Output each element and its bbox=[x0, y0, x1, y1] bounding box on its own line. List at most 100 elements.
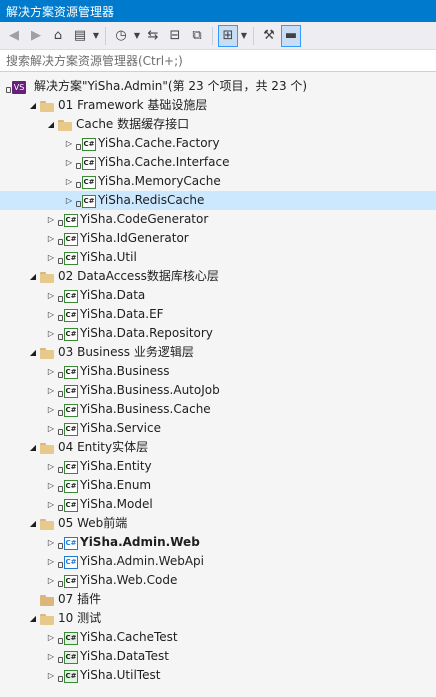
collapsed-arrow-icon[interactable]: ▷ bbox=[46, 552, 56, 571]
tree-project-item[interactable]: ▷ C# YiSha.IdGenerator bbox=[0, 229, 436, 248]
tree-folder-item[interactable]: ◢ 04 Entity实体层 bbox=[0, 438, 436, 457]
window-title: 解决方案资源管理器 bbox=[0, 0, 436, 22]
tree-project-item[interactable]: ▷ C# YiSha.Admin.Web bbox=[0, 533, 436, 552]
tree-folder-item[interactable]: ◢ Cache 数据缓存接口 bbox=[0, 115, 436, 134]
tree-project-item[interactable]: ▷ C# YiSha.Data.EF bbox=[0, 305, 436, 324]
tree-item-label: 07 插件 bbox=[58, 592, 102, 606]
tree-item-label: YiSha.RedisCache bbox=[98, 193, 205, 207]
tree-project-item[interactable]: ▷ C# YiSha.Business.AutoJob bbox=[0, 381, 436, 400]
collapsed-arrow-icon[interactable]: ▷ bbox=[46, 666, 56, 685]
tree-item-label: YiSha.Util bbox=[80, 250, 137, 264]
expanded-arrow-icon[interactable]: ◢ bbox=[28, 609, 38, 628]
csharp-project-icon: C# bbox=[58, 212, 78, 228]
tree-project-item[interactable]: ▷ C# YiSha.Business.Cache bbox=[0, 400, 436, 419]
tree-project-item[interactable]: ▷ C# YiSha.CacheTest bbox=[0, 628, 436, 647]
tree-item-label: Cache 数据缓存接口 bbox=[76, 117, 190, 131]
collapsed-arrow-icon[interactable]: ▷ bbox=[64, 153, 74, 172]
tree-item-label: YiSha.Web.Code bbox=[80, 573, 178, 587]
tree-project-item[interactable]: ▷ C# YiSha.Cache.Interface bbox=[0, 153, 436, 172]
collapsed-arrow-icon[interactable]: ▷ bbox=[64, 172, 74, 191]
tree-solution-item[interactable]: VS 解决方案"YiSha.Admin"(第 23 个项目，共 23 个) bbox=[0, 77, 436, 96]
collapsed-arrow-icon[interactable]: ▷ bbox=[46, 457, 56, 476]
expanded-arrow-icon[interactable]: ◢ bbox=[28, 267, 38, 286]
folder-icon bbox=[40, 611, 54, 627]
show-all-files-icon[interactable]: ⧉ bbox=[187, 25, 207, 47]
tree-project-item[interactable]: ▷ C# YiSha.Data bbox=[0, 286, 436, 305]
tree-project-item[interactable]: ▷ C# YiSha.CodeGenerator bbox=[0, 210, 436, 229]
collapsed-arrow-icon[interactable]: ▷ bbox=[46, 476, 56, 495]
collapsed-arrow-icon[interactable]: ▷ bbox=[46, 381, 56, 400]
filter-icon[interactable]: ⊞ bbox=[218, 24, 238, 47]
expanded-arrow-icon[interactable]: ◢ bbox=[46, 115, 56, 134]
tree-project-item[interactable]: ▷ C# YiSha.DataTest bbox=[0, 647, 436, 666]
tree-project-item[interactable]: ▷ C# YiSha.Web.Code bbox=[0, 571, 436, 590]
collapsed-arrow-icon[interactable]: ▷ bbox=[46, 647, 56, 666]
pending-changes-icon[interactable]: ◷ bbox=[111, 25, 131, 47]
collapsed-arrow-icon[interactable]: ▷ bbox=[46, 362, 56, 381]
collapsed-arrow-icon[interactable]: ▷ bbox=[64, 191, 74, 210]
tree-project-item[interactable]: ▷ C# YiSha.Admin.WebApi bbox=[0, 552, 436, 571]
collapsed-arrow-icon[interactable]: ▷ bbox=[46, 286, 56, 305]
home-icon[interactable]: ⌂ bbox=[48, 25, 68, 47]
sync-icon[interactable]: ⇆ bbox=[143, 25, 163, 47]
collapsed-arrow-icon[interactable]: ▷ bbox=[64, 134, 74, 153]
tree-project-item[interactable]: ▷ C# YiSha.Data.Repository bbox=[0, 324, 436, 343]
csharp-project-icon: C# bbox=[58, 459, 78, 475]
tree-item-label: YiSha.Business.Cache bbox=[80, 402, 211, 416]
tree-folder-item[interactable]: ◢ 02 DataAccess数据库核心层 bbox=[0, 267, 436, 286]
tree-folder-item[interactable]: ◢ 10 测试 bbox=[0, 609, 436, 628]
tree-folder-item[interactable]: ◢ 01 Framework 基础设施层 bbox=[0, 96, 436, 115]
collapsed-arrow-icon[interactable]: ▷ bbox=[46, 210, 56, 229]
csharp-project-icon: C# bbox=[76, 136, 96, 152]
search-input[interactable] bbox=[6, 53, 416, 68]
tree-folder-item[interactable]: ◢ 05 Web前端 bbox=[0, 514, 436, 533]
tree-project-item[interactable]: ▷ C# YiSha.Business bbox=[0, 362, 436, 381]
folder-icon bbox=[40, 269, 54, 285]
collapsed-arrow-icon[interactable]: ▷ bbox=[46, 229, 56, 248]
collapsed-arrow-icon[interactable]: ▷ bbox=[46, 419, 56, 438]
tree-item-label: YiSha.Data bbox=[80, 288, 146, 302]
chevron-down-icon[interactable]: ▼ bbox=[133, 25, 141, 47]
collapsed-arrow-icon[interactable]: ▷ bbox=[46, 305, 56, 324]
tree-project-item[interactable]: ▷ C# YiSha.Entity bbox=[0, 457, 436, 476]
collapsed-arrow-icon[interactable]: ▷ bbox=[46, 248, 56, 267]
expanded-arrow-icon[interactable]: ◢ bbox=[28, 343, 38, 362]
csharp-project-icon: C# bbox=[58, 288, 78, 304]
tree-project-item[interactable]: ▷ C# YiSha.Util bbox=[0, 248, 436, 267]
csharp-project-icon: C# bbox=[58, 402, 78, 418]
chevron-down-icon[interactable]: ▼ bbox=[240, 25, 248, 47]
collapsed-arrow-icon[interactable]: ▷ bbox=[46, 571, 56, 590]
tree-folder-item[interactable]: ◢ 03 Business 业务逻辑层 bbox=[0, 343, 436, 362]
tree-project-item[interactable]: ▷ C# YiSha.RedisCache bbox=[0, 191, 436, 210]
collapsed-arrow-icon[interactable]: ▷ bbox=[46, 495, 56, 514]
csharp-project-icon: C# bbox=[76, 174, 96, 190]
collapsed-arrow-icon[interactable]: ▷ bbox=[46, 628, 56, 647]
tree-project-item[interactable]: ▷ C# YiSha.Enum bbox=[0, 476, 436, 495]
expanded-arrow-icon[interactable]: ◢ bbox=[28, 438, 38, 457]
switch-views-icon[interactable]: ▤ bbox=[70, 25, 90, 47]
forward-icon[interactable]: ▶ bbox=[26, 25, 46, 47]
tree-project-item[interactable]: ▷ C# YiSha.Model bbox=[0, 495, 436, 514]
chevron-down-icon[interactable]: ▼ bbox=[92, 25, 100, 47]
collapsed-arrow-icon[interactable]: ▷ bbox=[46, 324, 56, 343]
tree-item-label: YiSha.Data.EF bbox=[80, 307, 164, 321]
tree-project-item[interactable]: ▷ C# YiSha.UtilTest bbox=[0, 666, 436, 685]
csharp-project-icon: C# bbox=[58, 497, 78, 513]
expanded-arrow-icon[interactable]: ◢ bbox=[28, 96, 38, 115]
tree-project-item[interactable]: ▷ C# YiSha.Service bbox=[0, 419, 436, 438]
tree-project-item[interactable]: ▷ C# YiSha.Cache.Factory bbox=[0, 134, 436, 153]
tree-item-label: 10 测试 bbox=[58, 611, 102, 625]
properties-icon[interactable]: ⚒ bbox=[259, 25, 279, 47]
tree-folder-item[interactable]: 07 插件 bbox=[0, 590, 436, 609]
expanded-arrow-icon[interactable]: ◢ bbox=[28, 514, 38, 533]
collapsed-arrow-icon[interactable]: ▷ bbox=[46, 400, 56, 419]
test-project-icon: C# bbox=[58, 630, 78, 646]
collapsed-arrow-icon[interactable]: ▷ bbox=[46, 533, 56, 552]
tree-item-label: YiSha.Cache.Factory bbox=[98, 136, 220, 150]
tree-item-label: 04 Entity实体层 bbox=[58, 440, 149, 454]
collapse-all-icon[interactable]: ⊟ bbox=[165, 25, 185, 47]
tree-project-item[interactable]: ▷ C# YiSha.MemoryCache bbox=[0, 172, 436, 191]
back-icon[interactable]: ◀ bbox=[4, 25, 24, 47]
csharp-project-icon: C# bbox=[58, 326, 78, 342]
preview-icon[interactable]: ▬ bbox=[281, 24, 301, 47]
